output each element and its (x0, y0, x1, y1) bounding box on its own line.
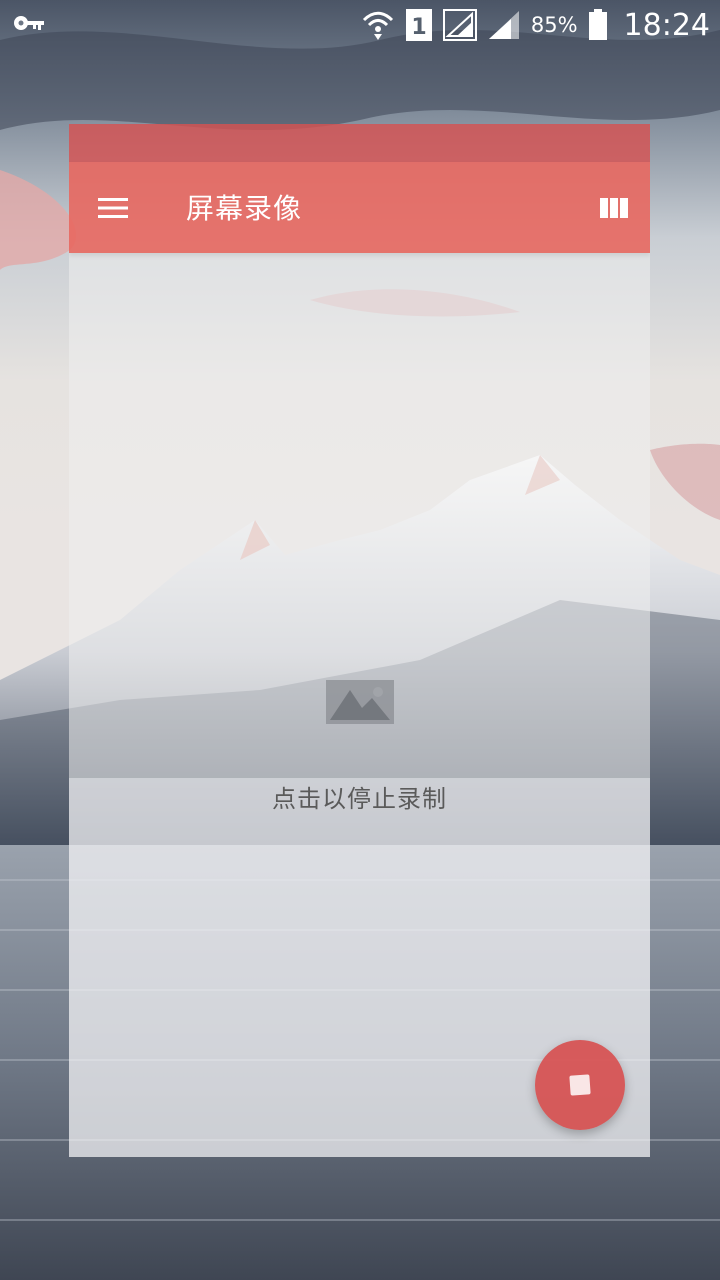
sim-slot-label: 1 (411, 15, 426, 40)
page-title: 屏幕录像 (186, 192, 303, 225)
hamburger-menu-icon (98, 198, 128, 218)
video-placeholder-icon (326, 680, 394, 724)
view-toggle-button[interactable] (596, 192, 632, 224)
battery-icon (588, 9, 608, 41)
toolbar: 屏幕录像 (69, 162, 650, 253)
stop-recording-button[interactable] (535, 1040, 625, 1130)
cell-signal-outline-icon (442, 9, 477, 41)
status-bar: 1 85% 18:24 (0, 0, 720, 50)
stop-recording-hint: 点击以停止录制 (272, 785, 447, 813)
clock: 18:24 (623, 7, 710, 43)
app-status-strip (69, 124, 650, 162)
cell-signal-icon (487, 9, 521, 41)
column-view-icon (600, 198, 628, 218)
battery-percent: 85% (530, 13, 578, 37)
screen-recorder-window: 屏幕录像 点击以停止录制 (69, 124, 650, 1157)
sim-signal-icon: 1 (405, 8, 433, 42)
menu-button[interactable] (91, 188, 135, 228)
stop-icon (569, 1074, 591, 1096)
wifi-icon (361, 9, 395, 41)
stop-recording-area[interactable]: 点击以停止录制 (69, 669, 650, 829)
key-icon (12, 10, 46, 36)
